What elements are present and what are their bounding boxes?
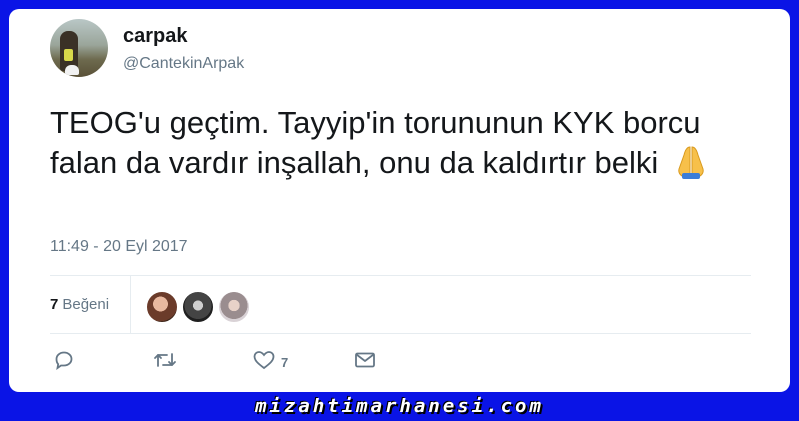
retweet-button[interactable]: [153, 351, 177, 373]
like-button[interactable]: 7: [253, 350, 289, 375]
watermark-banner: mizahtimarhanesi.com: [255, 395, 544, 417]
likes-label: Beğeni: [62, 296, 110, 313]
like-count: 7: [281, 354, 289, 370]
divider-top: [50, 275, 751, 276]
user-handle[interactable]: @CantekinArpak: [123, 55, 244, 73]
divider-bottom: [50, 333, 751, 334]
likes-count[interactable]: 7 Beğeni: [50, 296, 109, 313]
likes-number: 7: [50, 296, 59, 313]
tweet-card: carpak @CantekinArpak TEOG'u geçtim. Tay…: [9, 9, 790, 392]
tweet-timestamp[interactable]: 11:49 - 20 Eyl 2017: [50, 238, 188, 256]
avatar-helmet: [65, 65, 79, 75]
heart-icon: [253, 350, 275, 375]
avatar-vest: [64, 49, 73, 61]
liker-avatar[interactable]: [146, 291, 178, 323]
liker-avatar[interactable]: [182, 291, 214, 323]
folded-hands-icon: [673, 145, 709, 189]
display-name[interactable]: carpak: [123, 25, 188, 48]
avatar[interactable]: [50, 19, 108, 77]
tweet-body: TEOG'u geçtim. Tayyip'in torununun KYK b…: [50, 103, 750, 189]
reply-button[interactable]: [54, 351, 74, 373]
retweet-icon: [153, 350, 177, 375]
reply-icon: [54, 350, 74, 375]
envelope-icon: [354, 350, 376, 375]
stats-separator: [130, 275, 131, 333]
message-button[interactable]: [354, 351, 376, 373]
tweet-text: TEOG'u geçtim. Tayyip'in torununun KYK b…: [50, 105, 701, 180]
liker-avatar[interactable]: [218, 291, 250, 323]
